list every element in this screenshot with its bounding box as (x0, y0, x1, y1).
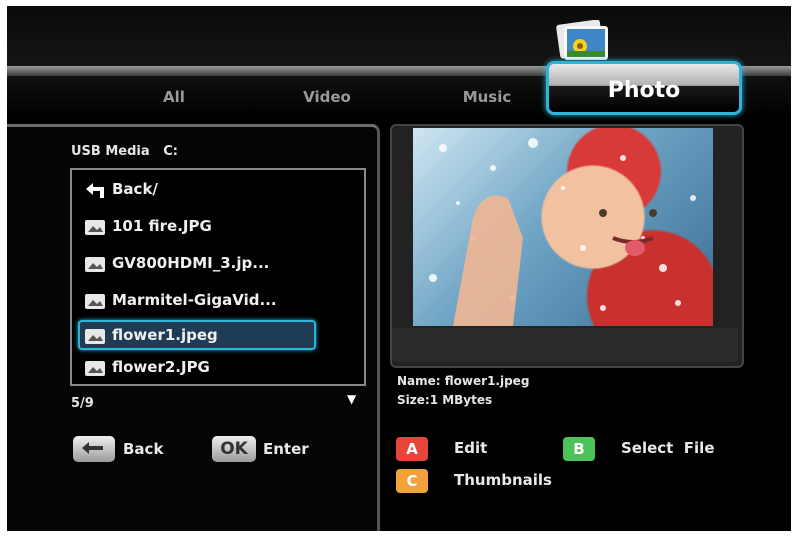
file-size-info: Size:1 MBytes (397, 393, 492, 407)
image-file-icon (85, 256, 105, 272)
media-player-screen: All Video Music Photo USB Media C: Back/… (7, 6, 791, 531)
back-hint-label: Back (123, 440, 164, 458)
list-item-selected[interactable]: flower1.jpeg (78, 320, 316, 350)
tab-photo[interactable]: Photo (546, 61, 742, 115)
file-list[interactable]: Back/ 101 fire.JPG GV800HDMI_3.jp... Mar… (70, 168, 366, 386)
thumbnails-label: Thumbnails (454, 471, 552, 489)
photo-preview (413, 128, 713, 326)
ok-key[interactable]: OK (212, 436, 256, 462)
back-key-icon[interactable] (73, 436, 115, 462)
name-label: Name: (397, 374, 441, 388)
tab-video[interactable]: Video (282, 84, 372, 110)
image-file-icon (85, 360, 105, 376)
a-key-button[interactable]: A (396, 437, 428, 461)
list-item-label: flower2.JPG (112, 358, 210, 376)
tab-photo-label: Photo (607, 78, 681, 103)
list-item[interactable]: flower2.JPG (84, 354, 210, 380)
b-key-button[interactable]: B (563, 437, 595, 461)
enter-hint-label: Enter (263, 440, 309, 458)
preview-caption-bar (392, 328, 738, 362)
c-key-button[interactable]: C (396, 469, 428, 493)
list-item[interactable]: GV800HDMI_3.jp... (84, 250, 269, 276)
file-name-info: Name: flower1.jpeg (397, 374, 529, 388)
drive-label: C: (163, 144, 178, 159)
device-path: USB Media C: (71, 144, 178, 159)
photo-stack-icon (556, 20, 608, 60)
tab-music[interactable]: Music (442, 84, 532, 110)
top-band (7, 6, 791, 66)
list-item-back[interactable]: Back/ (84, 176, 158, 202)
image-file-icon (85, 293, 105, 309)
scroll-down-icon[interactable]: ▼ (347, 392, 356, 406)
list-item[interactable]: 101 fire.JPG (84, 213, 212, 239)
tab-all[interactable]: All (129, 84, 219, 110)
name-value: flower1.jpeg (444, 374, 530, 388)
image-file-icon (85, 328, 105, 344)
list-item-label: 101 fire.JPG (112, 217, 212, 235)
water-drops-overlay (429, 138, 696, 326)
size-value: 1 MBytes (429, 393, 493, 407)
list-item[interactable]: Marmitel-GigaVid... (84, 287, 277, 313)
select-file-label: Select File (621, 439, 715, 457)
list-position: 5/9 (71, 396, 94, 411)
size-label: Size: (397, 393, 430, 407)
device-label: USB Media (71, 144, 150, 159)
image-file-icon (85, 219, 105, 235)
list-item-label: Marmitel-GigaVid... (112, 291, 277, 309)
back-arrow-icon (86, 182, 104, 198)
list-item-label: GV800HDMI_3.jp... (112, 254, 270, 272)
list-item-label: flower1.jpeg (112, 326, 218, 344)
edit-label: Edit (454, 439, 488, 457)
list-item-label: Back/ (112, 180, 158, 198)
